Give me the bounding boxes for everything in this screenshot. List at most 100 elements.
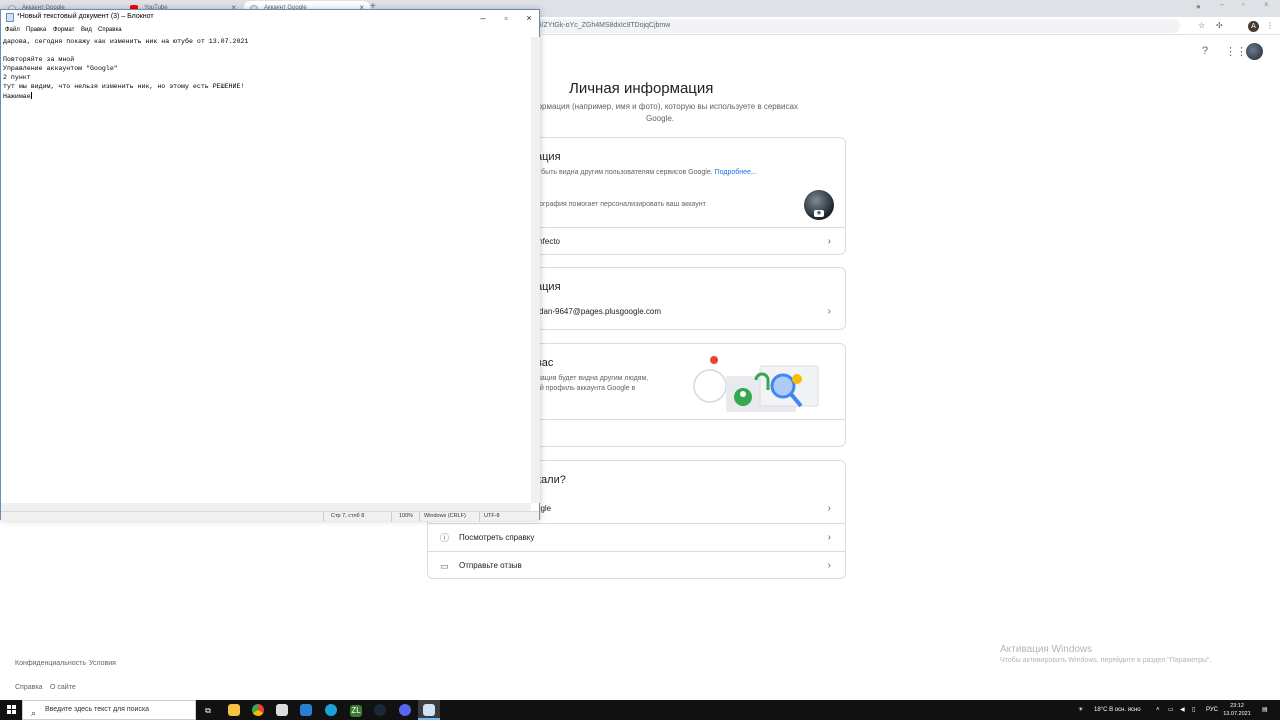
maximize-button[interactable]: ▫ (494, 11, 518, 25)
address-bar[interactable]: i/ZYtGk-oYc_ZGh4MS8dxIc9TDojqCjbmw (440, 19, 1180, 33)
chevron-right-icon: › (827, 306, 831, 317)
taskbar-discord[interactable] (394, 700, 416, 720)
notepad-text-area[interactable]: дарова, сегодня покажу как изменить ник … (1, 37, 531, 503)
chevron-right-icon: › (827, 236, 831, 247)
help-link[interactable]: Справка (15, 684, 42, 691)
card-description: т быть видна другим пользователям сервис… (536, 168, 757, 178)
tray-chevron-icon[interactable]: ˄ (1156, 700, 1160, 720)
vertical-scrollbar[interactable] (531, 37, 540, 503)
menu-format[interactable]: Формат (53, 27, 74, 33)
maximize-icon[interactable]: ▫ (1242, 0, 1245, 9)
taskbar-store[interactable] (271, 700, 293, 720)
clock-time: 23:12 (1230, 703, 1244, 709)
windows-activation-watermark: Активация Windows Чтобы активировать Win… (1000, 644, 1211, 664)
weather-icon[interactable]: ☀ (1078, 700, 1083, 720)
help-circle-icon: ⓘ (440, 533, 450, 543)
taskbar-mail[interactable] (295, 700, 317, 720)
row-label: Отправьте отзыв (459, 561, 522, 570)
cursor-position: Стр 7, стлб 8 (331, 513, 365, 519)
text-line (3, 46, 531, 55)
notepad-titlebar[interactable]: *Новый текстовый документ (3) – Блокнот … (1, 10, 539, 26)
taskbar-chrome[interactable] (247, 700, 269, 720)
chevron-right-icon: › (827, 503, 831, 514)
menu-view[interactable]: Вид (81, 27, 92, 33)
close-icon[interactable]: × (1264, 0, 1269, 9)
horizontal-scrollbar[interactable] (1, 503, 531, 511)
extensions-icon[interactable]: ✣ (1216, 21, 1223, 30)
text-line: Управление аккаунтом "Google" (3, 65, 118, 73)
privacy-link[interactable]: Конфиденциальность (15, 660, 86, 667)
profile-avatar[interactable]: A (1248, 21, 1259, 32)
close-button[interactable]: × (517, 11, 541, 25)
card-title: кали? (536, 474, 566, 486)
zoom-level: 100% (399, 513, 414, 519)
text-line: 2 пункт (3, 74, 31, 82)
divider (391, 512, 392, 522)
notepad-title: *Новый текстовый документ (3) – Блокнот (17, 13, 154, 20)
about-link[interactable]: О сайте (50, 684, 76, 691)
menu-kebab-icon[interactable]: ⋮ (1266, 21, 1274, 30)
address-text: i/ZYtGk-oYc_ZGh4MS8dxIc9TDojqCjbmw (540, 22, 671, 29)
activation-text: Чтобы активировать Windows, перейдите в … (1000, 657, 1212, 664)
notepad-icon (423, 704, 435, 716)
send-feedback-row[interactable]: ▭ Отправьте отзыв › (428, 551, 845, 579)
about-you-illustration (693, 356, 819, 412)
taskbar-explorer[interactable] (223, 700, 245, 720)
photo-description: тография помогает персонализировать ваш … (536, 201, 706, 208)
text-line: Нажимае (3, 92, 31, 100)
language-indicator[interactable]: РУС (1206, 700, 1218, 720)
mail-icon (300, 704, 312, 716)
account-avatar[interactable] (1246, 43, 1263, 60)
taskbar-app-zl[interactable]: ZL (345, 700, 367, 720)
battery-icon[interactable]: ▯ (1192, 700, 1195, 720)
weather-text[interactable]: 18°C В осн. ясно (1094, 700, 1141, 720)
text-line-current: Нажимае (3, 91, 531, 101)
encoding: UTF-8 (484, 513, 500, 519)
taskbar-edge[interactable] (320, 700, 342, 720)
divider (323, 512, 324, 522)
windows-taskbar: ⌕ Введите здесь текст для поиска ⧉ ZL ☀ … (0, 700, 1280, 720)
page-title: Личная информация (569, 80, 714, 97)
text-line: дарова, сегодня покажу как изменить ник … (3, 38, 249, 45)
notepad-statusbar: Стр 7, стлб 8 100% Windows (CRLF) UTF-8 (1, 511, 539, 522)
terms-link[interactable]: Условия (89, 660, 116, 667)
notifications-icon[interactable]: ▤ (1262, 700, 1268, 720)
minimize-icon[interactable]: – (1220, 0, 1224, 9)
chevron-right-icon: › (827, 532, 831, 543)
row-label: Посмотреть справку (459, 533, 535, 542)
minimize-button[interactable]: – (471, 11, 495, 25)
taskbar-clock[interactable]: 23:12 13.07.2021 (1222, 702, 1252, 718)
more-link[interactable]: Подробнее... (715, 169, 757, 176)
start-button[interactable] (0, 700, 22, 720)
store-icon (276, 704, 288, 716)
help-icon[interactable]: ? (1202, 45, 1208, 57)
chrome-icon (252, 704, 264, 716)
network-icon[interactable]: ▭ (1168, 700, 1174, 720)
card-description-text: т быть видна другим пользователям сервис… (536, 169, 713, 176)
menu-file[interactable]: Файл (5, 27, 20, 33)
windows-icon (7, 705, 16, 714)
activation-title: Активация Windows (1000, 644, 1093, 655)
taskbar-steam[interactable] (369, 700, 391, 720)
divider (419, 512, 420, 522)
menu-edit[interactable]: Правка (26, 27, 46, 33)
chrome-profile-icon[interactable]: ● (1196, 2, 1201, 11)
steam-icon (374, 704, 386, 716)
notepad-icon (6, 13, 14, 22)
taskbar-search-box[interactable]: ⌕ Введите здесь текст для поиска (22, 700, 196, 720)
chevron-right-icon: › (827, 560, 831, 571)
clock-date: 13.07.2021 (1223, 711, 1251, 717)
text-line: Повторяйте за мной (3, 56, 75, 64)
task-view-icon: ⧉ (205, 706, 211, 715)
card-desc-1: мация будет видна другим людям, (536, 375, 649, 382)
task-view-button[interactable]: ⧉ (197, 700, 219, 720)
edge-icon (325, 704, 337, 716)
volume-icon[interactable]: ◀ (1180, 700, 1185, 720)
page-subtitle: информация (например, имя и фото), котор… (522, 102, 798, 123)
menu-help[interactable]: Справка (98, 27, 122, 33)
taskbar-notepad[interactable] (418, 700, 440, 720)
text-line: тут мы видим, что нельзя изменить ник, н… (3, 83, 245, 91)
view-help-row[interactable]: ⓘ Посмотреть справку › (428, 523, 845, 551)
star-icon[interactable]: ☆ (1198, 21, 1205, 30)
notepad-window: *Новый текстовый документ (3) – Блокнот … (0, 9, 540, 522)
